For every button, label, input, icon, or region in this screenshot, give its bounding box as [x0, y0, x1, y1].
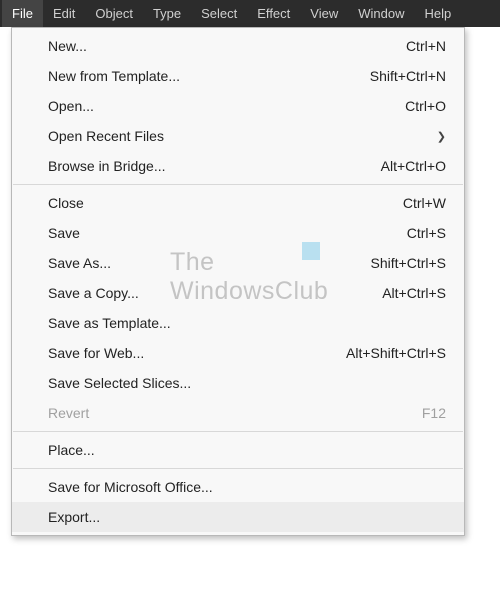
menu-item-label: Save [48, 225, 407, 241]
menu-item-close[interactable]: CloseCtrl+W [12, 188, 464, 218]
menu-item-new-from-template[interactable]: New from Template...Shift+Ctrl+N [12, 61, 464, 91]
menu-item-new[interactable]: New...Ctrl+N [12, 31, 464, 61]
menu-item-shortcut: F12 [422, 405, 446, 421]
menubar-item-effect[interactable]: Effect [247, 0, 300, 27]
menubar-item-edit[interactable]: Edit [43, 0, 85, 27]
menu-item-shortcut: Alt+Ctrl+S [382, 285, 446, 301]
menu-item-label: Close [48, 195, 403, 211]
menu-item-shortcut: Alt+Ctrl+O [381, 158, 446, 174]
menu-item-place[interactable]: Place... [12, 435, 464, 465]
menu-item-shortcut: Alt+Shift+Ctrl+S [346, 345, 446, 361]
menu-item-label: New from Template... [48, 68, 370, 84]
menu-item-shortcut: Ctrl+W [403, 195, 446, 211]
menu-item-export[interactable]: Export... [12, 502, 464, 532]
menu-separator [13, 184, 463, 185]
menu-item-label: Place... [48, 442, 446, 458]
menu-item-shortcut: Ctrl+S [407, 225, 446, 241]
menubar-item-view[interactable]: View [300, 0, 348, 27]
menu-item-label: Export... [48, 509, 446, 525]
menu-item-label: Save for Microsoft Office... [48, 479, 446, 495]
menu-item-open-recent-files[interactable]: Open Recent Files❯ [12, 121, 464, 151]
menu-item-shortcut: Shift+Ctrl+N [370, 68, 446, 84]
menu-item-save-selected-slices[interactable]: Save Selected Slices... [12, 368, 464, 398]
menu-item-save[interactable]: SaveCtrl+S [12, 218, 464, 248]
menu-separator [13, 468, 463, 469]
menu-item-save-as-template[interactable]: Save as Template... [12, 308, 464, 338]
menu-item-label: Save for Web... [48, 345, 346, 361]
menu-item-label: Browse in Bridge... [48, 158, 381, 174]
menubar-item-window[interactable]: Window [348, 0, 414, 27]
menu-item-shortcut: Shift+Ctrl+S [371, 255, 446, 271]
menu-item-browse-in-bridge[interactable]: Browse in Bridge...Alt+Ctrl+O [12, 151, 464, 181]
menu-item-label: Save as Template... [48, 315, 446, 331]
menu-item-save-for-web[interactable]: Save for Web...Alt+Shift+Ctrl+S [12, 338, 464, 368]
menu-separator [13, 431, 463, 432]
menu-item-revert: RevertF12 [12, 398, 464, 428]
menu-bar: FileEditObjectTypeSelectEffectViewWindow… [0, 0, 500, 27]
menubar-item-object[interactable]: Object [85, 0, 143, 27]
menu-item-shortcut: Ctrl+O [405, 98, 446, 114]
menubar-item-file[interactable]: File [2, 0, 43, 27]
menubar-item-type[interactable]: Type [143, 0, 191, 27]
chevron-right-icon: ❯ [432, 130, 446, 143]
menu-item-label: Save a Copy... [48, 285, 382, 301]
menu-item-label: Open Recent Files [48, 128, 432, 144]
menu-item-label: Save Selected Slices... [48, 375, 446, 391]
menu-item-save-for-microsoft-office[interactable]: Save for Microsoft Office... [12, 472, 464, 502]
menu-item-label: New... [48, 38, 406, 54]
menubar-item-select[interactable]: Select [191, 0, 247, 27]
menu-item-label: Revert [48, 405, 422, 421]
file-dropdown-menu: New...Ctrl+NNew from Template...Shift+Ct… [11, 27, 465, 536]
menu-item-shortcut: Ctrl+N [406, 38, 446, 54]
menu-item-label: Open... [48, 98, 405, 114]
menu-item-open[interactable]: Open...Ctrl+O [12, 91, 464, 121]
menubar-item-help[interactable]: Help [414, 0, 461, 27]
menu-item-label: Save As... [48, 255, 371, 271]
menu-item-save-a-copy[interactable]: Save a Copy...Alt+Ctrl+S [12, 278, 464, 308]
menu-item-save-as[interactable]: Save As...Shift+Ctrl+S [12, 248, 464, 278]
